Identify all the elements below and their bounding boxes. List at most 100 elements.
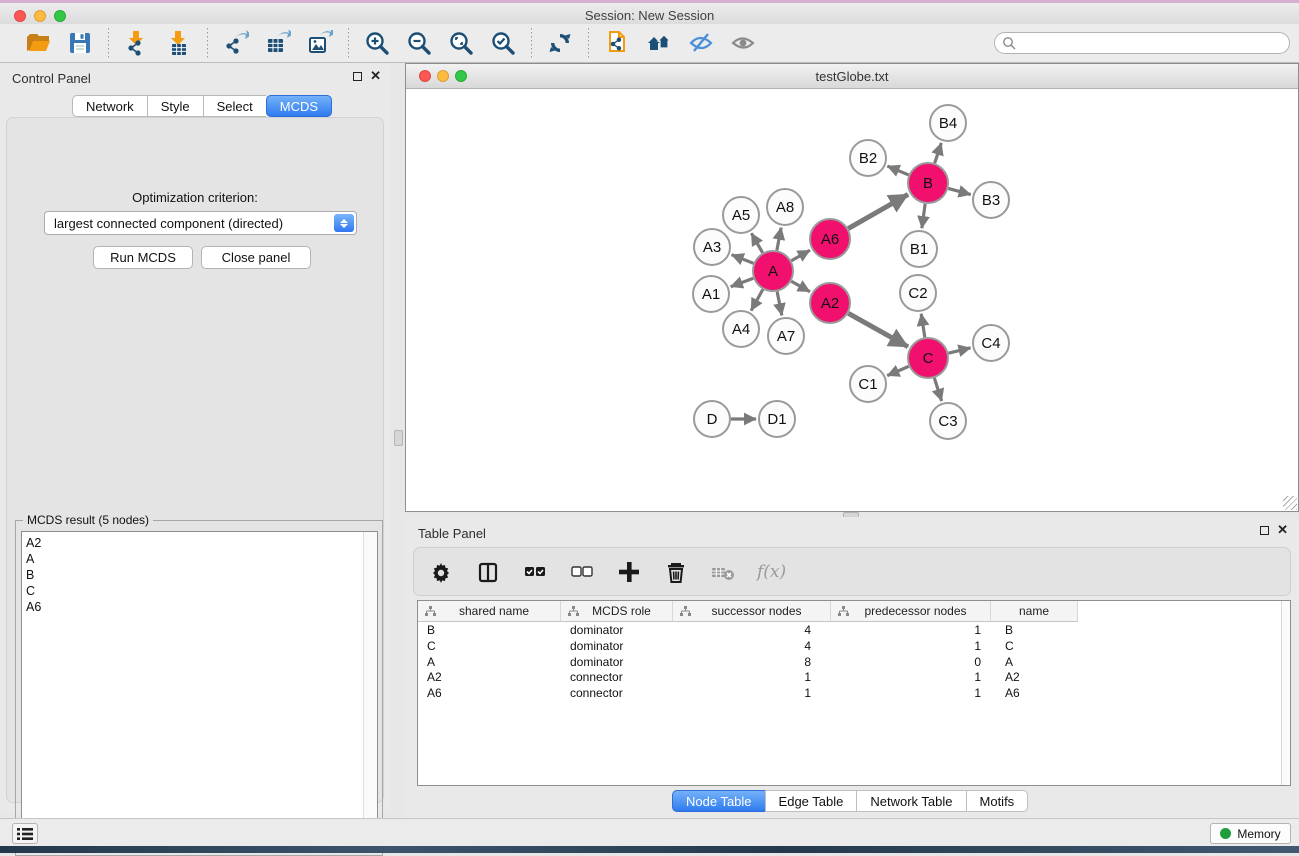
select-all-checkboxes-icon[interactable] bbox=[522, 559, 548, 585]
cell-successor-nodes[interactable]: 1 bbox=[673, 670, 831, 686]
node-B1[interactable]: B1 bbox=[901, 231, 937, 267]
cell-shared-name[interactable]: A6 bbox=[418, 686, 561, 702]
search-input[interactable] bbox=[994, 32, 1290, 54]
tab-select[interactable]: Select bbox=[203, 95, 266, 117]
close-table-panel-icon[interactable]: ✕ bbox=[1277, 524, 1288, 535]
cell-MCDS-role[interactable]: dominator bbox=[561, 639, 673, 655]
show-graphics-details-icon[interactable] bbox=[729, 29, 757, 57]
node-D[interactable]: D bbox=[694, 401, 730, 437]
edge-C-C4[interactable] bbox=[948, 348, 970, 353]
add-column-icon[interactable] bbox=[616, 559, 642, 585]
float-table-panel-icon[interactable] bbox=[1260, 526, 1269, 538]
settings-icon[interactable] bbox=[428, 559, 454, 585]
cell-name[interactable]: A bbox=[991, 655, 1078, 671]
memory-button[interactable]: Memory bbox=[1210, 823, 1291, 844]
node-B[interactable]: B bbox=[908, 163, 948, 203]
cell-MCDS-role[interactable]: dominator bbox=[561, 623, 673, 639]
network-graph-canvas[interactable]: B4B2BB3A8A5A6A3B1AA1C2A2A4A7C4CC1C3DD1 bbox=[407, 90, 1298, 511]
hide-graphics-details-icon[interactable] bbox=[687, 29, 715, 57]
cell-successor-nodes[interactable]: 8 bbox=[673, 655, 831, 671]
edge-C-C2[interactable] bbox=[921, 314, 925, 337]
node-B3[interactable]: B3 bbox=[973, 182, 1009, 218]
tab-style[interactable]: Style bbox=[147, 95, 203, 117]
resize-grip-icon[interactable] bbox=[1283, 496, 1297, 510]
table-row[interactable]: Cdominator41C bbox=[418, 639, 1078, 655]
column-header-MCDS-role[interactable]: MCDS role bbox=[561, 601, 673, 622]
cell-predecessor-nodes[interactable]: 1 bbox=[831, 639, 991, 655]
home-icon[interactable] bbox=[645, 29, 673, 57]
export-table-icon[interactable] bbox=[264, 29, 292, 57]
cell-MCDS-role[interactable]: connector bbox=[561, 686, 673, 702]
import-table-icon[interactable] bbox=[165, 29, 193, 57]
node-A4[interactable]: A4 bbox=[723, 311, 759, 347]
cell-shared-name[interactable]: A bbox=[418, 655, 561, 671]
mcds-result-item[interactable]: A bbox=[26, 551, 377, 567]
cell-name[interactable]: B bbox=[991, 623, 1078, 639]
network-window-titlebar[interactable]: testGlobe.txt bbox=[406, 64, 1298, 89]
node-C1[interactable]: C1 bbox=[850, 366, 886, 402]
column-header-shared-name[interactable]: shared name bbox=[418, 601, 561, 622]
tab-motifs[interactable]: Motifs bbox=[966, 790, 1029, 812]
table-row[interactable]: Adominator80A bbox=[418, 655, 1078, 671]
column-header-predecessor-nodes[interactable]: predecessor nodes bbox=[831, 601, 991, 622]
delete-column-icon[interactable] bbox=[663, 559, 689, 585]
tab-network-table[interactable]: Network Table bbox=[856, 790, 965, 812]
zoom-fit-icon[interactable] bbox=[447, 29, 475, 57]
export-image-icon[interactable] bbox=[306, 29, 334, 57]
float-panel-icon[interactable] bbox=[353, 72, 362, 84]
zoom-out-icon[interactable] bbox=[405, 29, 433, 57]
node-A5[interactable]: A5 bbox=[723, 197, 759, 233]
zoom-selected-icon[interactable] bbox=[489, 29, 517, 57]
edge-A-A8[interactable] bbox=[777, 228, 781, 251]
table-row[interactable]: Bdominator41B bbox=[418, 623, 1078, 639]
cell-MCDS-role[interactable]: dominator bbox=[561, 655, 673, 671]
column-header-name[interactable]: name bbox=[991, 601, 1078, 622]
edge-B-B3[interactable] bbox=[948, 188, 970, 194]
edge-A2-C[interactable] bbox=[848, 313, 908, 346]
edge-A-A1[interactable] bbox=[731, 278, 754, 286]
edge-C-C3[interactable] bbox=[934, 378, 941, 401]
node-A2[interactable]: A2 bbox=[810, 283, 850, 323]
cell-successor-nodes[interactable]: 4 bbox=[673, 639, 831, 655]
save-session-icon[interactable] bbox=[66, 29, 94, 57]
node-C4[interactable]: C4 bbox=[973, 325, 1009, 361]
edge-A-A2[interactable] bbox=[791, 281, 810, 291]
cell-name[interactable]: A2 bbox=[991, 670, 1078, 686]
function-builder-icon[interactable]: f(x) bbox=[757, 562, 786, 582]
cell-successor-nodes[interactable]: 1 bbox=[673, 686, 831, 702]
cell-predecessor-nodes[interactable]: 1 bbox=[831, 623, 991, 639]
import-network-icon[interactable] bbox=[123, 29, 151, 57]
edge-A6-B[interactable] bbox=[848, 194, 908, 228]
column-header-successor-nodes[interactable]: successor nodes bbox=[673, 601, 831, 622]
node-A3[interactable]: A3 bbox=[694, 229, 730, 265]
edge-A-A7[interactable] bbox=[777, 292, 782, 316]
cell-shared-name[interactable]: C bbox=[418, 639, 561, 655]
edge-A-A4[interactable] bbox=[751, 289, 763, 310]
node-A7[interactable]: A7 bbox=[768, 318, 804, 354]
cell-shared-name[interactable]: A2 bbox=[418, 670, 561, 686]
node-B4[interactable]: B4 bbox=[930, 105, 966, 141]
run-mcds-button[interactable]: Run MCDS bbox=[93, 246, 193, 269]
tab-edge-table[interactable]: Edge Table bbox=[765, 790, 857, 812]
node-A1[interactable]: A1 bbox=[693, 276, 729, 312]
node-B2[interactable]: B2 bbox=[850, 140, 886, 176]
node-C3[interactable]: C3 bbox=[930, 403, 966, 439]
edge-A-A5[interactable] bbox=[751, 233, 762, 253]
network-overview-icon[interactable] bbox=[603, 29, 631, 57]
mcds-result-item[interactable]: B bbox=[26, 567, 377, 583]
node-table[interactable]: shared nameMCDS rolesuccessor nodesprede… bbox=[417, 600, 1291, 786]
scrollbar-track[interactable] bbox=[1281, 601, 1290, 785]
edge-B-B2[interactable] bbox=[887, 166, 908, 175]
cell-successor-nodes[interactable]: 4 bbox=[673, 623, 831, 639]
scrollbar-track[interactable] bbox=[363, 532, 377, 850]
edge-B-B1[interactable] bbox=[922, 204, 925, 228]
close-panel-button[interactable]: Close panel bbox=[201, 246, 311, 269]
clear-all-checkboxes-icon[interactable] bbox=[569, 559, 595, 585]
close-panel-icon[interactable]: ✕ bbox=[370, 70, 381, 81]
table-row[interactable]: A6connector11A6 bbox=[418, 686, 1078, 702]
cell-predecessor-nodes[interactable]: 0 bbox=[831, 655, 991, 671]
node-A6[interactable]: A6 bbox=[810, 219, 850, 259]
task-history-button[interactable] bbox=[12, 823, 38, 844]
cell-shared-name[interactable]: B bbox=[418, 623, 561, 639]
tab-node-table[interactable]: Node Table bbox=[672, 790, 765, 812]
